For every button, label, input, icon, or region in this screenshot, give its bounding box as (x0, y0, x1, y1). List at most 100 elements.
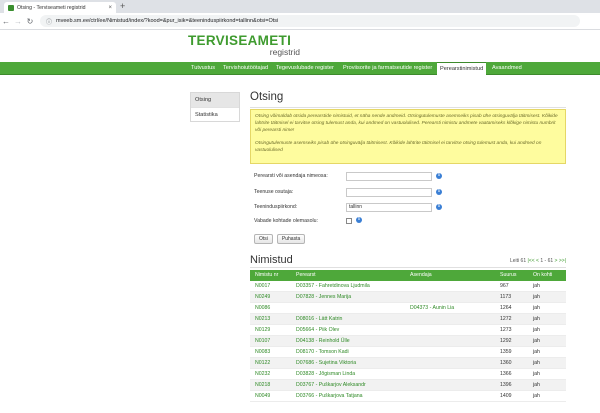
cell-nimistu-nr[interactable]: N0017 (255, 281, 270, 292)
table-header: Nimistu nr Perearst Asendaja Suurus On k… (250, 270, 566, 281)
logo-subtitle: registrid (269, 47, 300, 57)
info-icon[interactable]: i (436, 204, 442, 210)
cell-nimistu-nr[interactable]: N0086 (255, 303, 270, 314)
nav-tegevuslubade-register[interactable]: Tegevuslubade register (273, 62, 337, 75)
col-nimistu-nr[interactable]: Nimistu nr (255, 270, 278, 281)
url-field[interactable]: ⓘ mveeb.sm.ee/ctrl/ee/Nimistud/index/?ko… (40, 15, 580, 27)
new-tab-button[interactable]: + (120, 1, 125, 12)
forward-icon[interactable]: → (12, 17, 24, 26)
cell-perearst[interactable]: D03357 - Fahretdinova Ljudmila (296, 281, 370, 292)
cell-on-kohti: jah (533, 338, 540, 344)
cell-suurus: 1360 (500, 360, 512, 366)
browser-tabstrip: Otsing - Terviseameti registrid × + (0, 0, 600, 13)
cell-perearst[interactable]: D03828 - Jõgisman Linda (296, 369, 355, 380)
teenuse-osutaja-input[interactable] (346, 188, 432, 197)
nav-avaandmed[interactable]: Avaandmed (489, 62, 525, 75)
cell-perearst[interactable]: D07828 - Jennes Marija (296, 292, 351, 303)
table-row: N0213 D08016 - Lätt Katrin 1272 jah (250, 314, 566, 325)
cell-perearst[interactable]: D03766 - Puškarjova Tatjana (296, 391, 363, 402)
table-row: N0049 D03766 - Puškarjova Tatjana 1409 jah (250, 391, 566, 402)
cell-perearst[interactable]: D08170 - Tomson Kadi (296, 347, 349, 358)
reload-icon[interactable]: ↻ (24, 17, 36, 26)
pager-last[interactable]: >>| (559, 258, 566, 264)
back-icon[interactable]: ← (0, 17, 12, 26)
cell-nimistu-nr[interactable]: N0213 (255, 314, 270, 325)
vabad-kohad-checkbox[interactable] (346, 218, 352, 224)
pager-first[interactable]: |<< (528, 258, 535, 264)
cell-asendaja[interactable]: D04373 - Aunin Lia (410, 303, 454, 314)
info-lock-icon[interactable]: ⓘ (46, 17, 52, 26)
label-teenuse-osutaja: Teenuse osutaja: (254, 189, 294, 195)
col-perearst[interactable]: Perearst (296, 270, 316, 281)
sidebar-menu: Otsing Statistika (190, 92, 240, 122)
teeninduspiirkond-input[interactable]: tallinn (346, 203, 432, 212)
cell-suurus: 967 (500, 283, 509, 289)
cell-nimistu-nr[interactable]: N0129 (255, 325, 270, 336)
table-row: N0232 D03828 - Jõgisman Linda 1366 jah (250, 369, 566, 380)
cell-perearst[interactable]: D03767 - Puškarjov Aleksandr (296, 380, 366, 391)
cell-suurus: 1409 (500, 393, 512, 399)
cell-suurus: 1292 (500, 338, 512, 344)
field-row-nimeosa: Perearsti või asendaja nimeosa: i (254, 172, 554, 181)
search-instructions: Otsing võimaldab otsida perearstide nimi… (250, 109, 566, 164)
sidebar-item-statistika[interactable]: Statistika (191, 107, 239, 121)
sidebar-item-otsing[interactable]: Otsing (191, 93, 239, 107)
cell-on-kohti: jah (533, 349, 540, 355)
search-button[interactable]: Otsi (254, 234, 273, 244)
cell-suurus: 1173 (500, 294, 512, 300)
form-buttons: Otsi Puhasta (254, 234, 306, 244)
results-title: Nimistud (250, 254, 293, 266)
cell-on-kohti: jah (533, 316, 540, 322)
cell-suurus: 1396 (500, 382, 512, 388)
cell-nimistu-nr[interactable]: N0249 (255, 292, 270, 303)
clear-button[interactable]: Puhasta (276, 234, 306, 244)
cell-nimistu-nr[interactable]: N0083 (255, 347, 270, 358)
table-body: N0017 D03357 - Fahretdinova Ljudmila 967 ja… (250, 281, 566, 402)
cell-on-kohti: jah (533, 360, 540, 366)
col-suurus[interactable]: Suurus (500, 270, 516, 281)
browser-tab[interactable]: Otsing - Terviseameti registrid × (4, 2, 116, 13)
table-row: N0017 D03357 - Fahretdinova Ljudmila 967 ja… (250, 281, 566, 292)
table-row: N0218 D03767 - Puškarjov Aleksandr 1396 jah (250, 380, 566, 391)
logo-title: TERVISEAMETI (188, 33, 292, 48)
cell-perearst[interactable]: D07686 - Sujetina Viktoria (296, 358, 356, 369)
nav-perearstinimistud[interactable]: Perearstinimistud (437, 62, 487, 76)
page-title: Otsing (250, 91, 284, 103)
results-divider (250, 267, 566, 268)
table-row: N0086 D04373 - Aunin Lia 1264 jah (250, 303, 566, 314)
nav-proviisorite-register[interactable]: Proviisorite ja farmatseutide register (340, 62, 435, 75)
cell-nimistu-nr[interactable]: N0049 (255, 391, 270, 402)
info-icon[interactable]: i (436, 189, 442, 195)
nav-tervishoiutootajad[interactable]: Tervishoiutöötajad (220, 62, 271, 75)
cell-on-kohti: jah (533, 305, 540, 311)
cell-suurus: 1272 (500, 316, 512, 322)
cell-nimistu-nr[interactable]: N0107 (255, 336, 270, 347)
nimeosa-input[interactable] (346, 172, 432, 181)
cell-nimistu-nr[interactable]: N0122 (255, 358, 270, 369)
nav-tutvustus[interactable]: Tutvustus (188, 62, 218, 75)
info-icon[interactable]: i (436, 173, 442, 179)
cell-perearst[interactable]: D08016 - Lätt Katrin (296, 314, 342, 325)
cell-nimistu-nr[interactable]: N0232 (255, 369, 270, 380)
col-asendaja[interactable]: Asendaja (410, 270, 432, 281)
search-section: Otsing (250, 90, 566, 108)
label-teeninduspiirkond: Teeninduspiirkond: (254, 204, 298, 210)
pager-prev[interactable]: < (536, 258, 539, 264)
cell-on-kohti: jah (533, 294, 540, 300)
field-row-teeninduspiirkond: Teeninduspiirkond: tallinn i (254, 203, 554, 212)
table-row: N0249 D07828 - Jennes Marija 1173 jah (250, 292, 566, 303)
site-logo[interactable]: TERVISEAMETI registrid (188, 34, 300, 57)
cell-perearst[interactable]: D05664 - Piik Olev (296, 325, 339, 336)
info-icon[interactable]: i (356, 217, 362, 223)
cell-on-kohti: jah (533, 327, 540, 333)
pager-next[interactable]: > (555, 258, 558, 264)
table-row: N0122 D07686 - Sujetina Viktoria 1360 jah (250, 358, 566, 369)
cell-nimistu-nr[interactable]: N0218 (255, 380, 270, 391)
tab-close-icon[interactable]: × (108, 5, 112, 11)
cell-perearst[interactable]: D04138 - Reinhold Ülle (296, 336, 350, 347)
instructions-paragraph-1: Otsing võimaldab otsida perearstide nimi… (255, 114, 558, 133)
col-on-kohti[interactable]: On kohti (533, 270, 552, 281)
address-bar: ← → ↻ ⓘ mveeb.sm.ee/ctrl/ee/Nimistud/ind… (0, 13, 600, 30)
field-row-teenuse-osutaja: Teenuse osutaja: i (254, 188, 554, 197)
favicon-icon (8, 4, 14, 11)
